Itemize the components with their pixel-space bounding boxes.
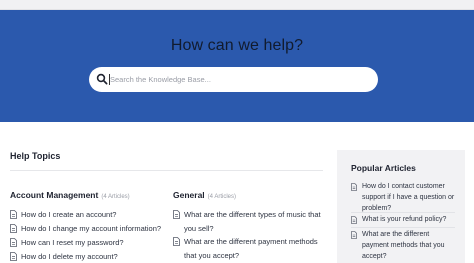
article-link[interactable]: How do I change my account information? — [10, 222, 165, 236]
popular-article-link[interactable]: What are the different payment methods t… — [351, 229, 455, 262]
category-name[interactable]: Account Management — [10, 190, 98, 200]
document-icon — [10, 224, 17, 233]
document-icon — [10, 238, 17, 247]
article-link[interactable]: What are the different payment methods t… — [173, 235, 325, 262]
document-icon — [10, 210, 17, 219]
category-article-count: (4 Articles) — [207, 194, 236, 200]
category-article-count: (4 Articles) — [101, 194, 130, 200]
article-title[interactable]: What are the different types of music th… — [184, 208, 325, 235]
document-icon — [351, 230, 357, 239]
top-bar — [0, 0, 474, 10]
article-title[interactable]: How do I change my account information? — [21, 222, 161, 236]
article-link[interactable]: How do I create an account? — [10, 208, 165, 222]
article-title[interactable]: What are the different payment methods t… — [184, 235, 325, 262]
popular-article-link[interactable]: How do I contact customer support if I h… — [351, 181, 455, 214]
article-link[interactable]: What are the different types of music th… — [173, 208, 325, 235]
help-topics-divider — [10, 170, 323, 171]
popular-articles-heading: Popular Articles — [351, 163, 416, 173]
document-icon — [351, 182, 357, 191]
article-link[interactable]: How do I delete my account? — [10, 250, 165, 263]
article-title[interactable]: How do I create an account? — [21, 208, 116, 222]
popular-article-divider — [351, 227, 455, 228]
category-title-general[interactable]: General (4 Articles) — [173, 190, 236, 200]
document-icon — [351, 215, 357, 224]
search-icon — [96, 73, 108, 85]
hero-title: How can we help? — [170, 37, 304, 54]
popular-article-title[interactable]: How do I contact customer support if I h… — [362, 181, 455, 214]
popular-article-title[interactable]: What is your refund policy? — [362, 214, 446, 225]
popular-article-divider — [351, 212, 455, 213]
search-box[interactable] — [89, 67, 378, 92]
category-title-account-management[interactable]: Account Management (4 Articles) — [10, 190, 130, 200]
article-title[interactable]: How do I delete my account? — [21, 250, 118, 263]
document-icon — [173, 210, 180, 219]
hero-banner: How can we help? — [0, 10, 474, 122]
document-icon — [173, 237, 180, 246]
article-title[interactable]: How can I reset my password? — [21, 236, 124, 250]
search-input[interactable] — [110, 71, 368, 88]
popular-articles-panel: Popular Articles How do I contact custom… — [337, 150, 465, 263]
popular-article-title[interactable]: What are the different payment methods t… — [362, 229, 455, 262]
article-link[interactable]: How can I reset my password? — [10, 236, 165, 250]
popular-article-link[interactable]: What is your refund policy? — [351, 214, 455, 225]
help-topics-heading: Help Topics — [10, 151, 61, 161]
category-name[interactable]: General — [173, 190, 205, 200]
document-icon — [10, 252, 17, 261]
